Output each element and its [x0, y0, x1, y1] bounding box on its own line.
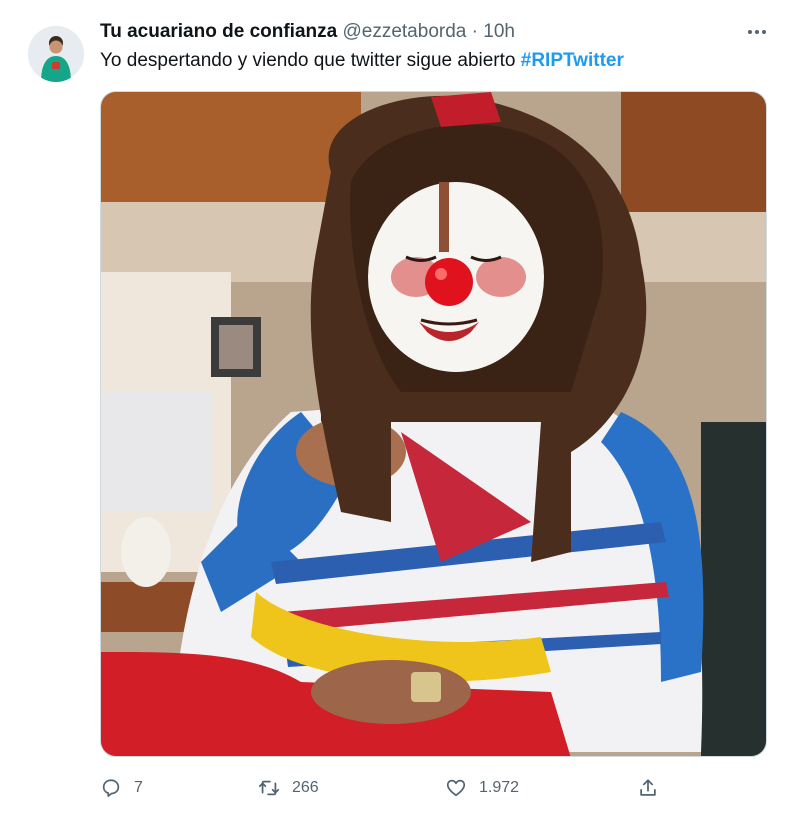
- author-name[interactable]: Tu acuariano de confianza: [100, 21, 337, 42]
- reply-count: 7: [134, 779, 143, 796]
- like-button[interactable]: 1.972: [445, 772, 519, 804]
- tweet-body: Yo despertando y viendo que twitter sigu…: [100, 50, 516, 71]
- separator: ·: [471, 21, 478, 42]
- clown-photo: [101, 92, 766, 756]
- retweet-button[interactable]: 266: [258, 772, 319, 804]
- like-count: 1.972: [479, 779, 520, 796]
- tweet-text: Yo despertando y viendo que twitter sigu…: [100, 49, 624, 73]
- tweet-actions: 7 266 1.972: [100, 772, 700, 804]
- author-handle[interactable]: @ezzetaborda: [342, 21, 466, 42]
- share-button[interactable]: [637, 772, 659, 804]
- hashtag-link[interactable]: #RIPTwitter: [521, 50, 624, 71]
- ellipsis-icon: [748, 30, 766, 34]
- timestamp[interactable]: 10h: [483, 21, 515, 42]
- tweet[interactable]: Tu acuariano de confianza @ezzetaborda ·…: [0, 0, 790, 813]
- tweet-header: Tu acuariano de confianza @ezzetaborda ·…: [100, 20, 515, 44]
- more-options-button[interactable]: [742, 22, 772, 42]
- share-icon: [640, 779, 656, 796]
- avatar[interactable]: [28, 26, 84, 82]
- tweet-photo[interactable]: [100, 91, 767, 757]
- heart-icon: [446, 779, 466, 797]
- retweet-count: 266: [292, 779, 319, 796]
- reply-button[interactable]: 7: [100, 772, 143, 804]
- retweet-icon: [258, 780, 280, 796]
- reply-icon: [102, 779, 120, 797]
- avatar-image: [28, 26, 84, 82]
